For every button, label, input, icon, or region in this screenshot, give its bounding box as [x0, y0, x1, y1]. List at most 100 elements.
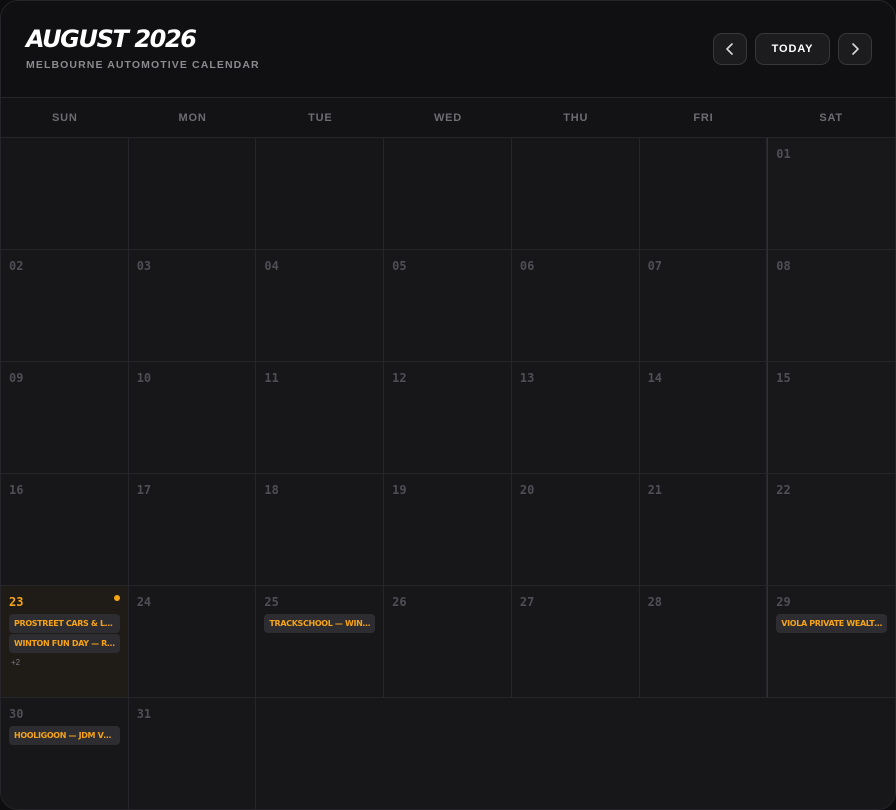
day-number: 25	[264, 595, 279, 609]
day-cell[interactable]: 31	[128, 698, 257, 809]
day-cell[interactable]: 17	[128, 474, 257, 586]
day-cell[interactable]: 11	[256, 362, 385, 474]
previous-month-button[interactable]	[713, 33, 747, 65]
day-number: 01	[776, 147, 791, 161]
day-cell[interactable]: 22	[767, 474, 895, 586]
today-indicator-dot	[113, 595, 120, 601]
blank-grid-area	[639, 698, 768, 809]
empty-day-cell	[384, 138, 512, 250]
day-cell[interactable]: 06	[511, 250, 640, 362]
day-number: 07	[647, 259, 663, 273]
day-number: 05	[392, 259, 407, 273]
event-list: TRACKSCHOOL — WIN…	[264, 614, 376, 634]
empty-day-cell	[639, 138, 768, 250]
next-month-button[interactable]	[838, 33, 872, 65]
calendar: AUGUST 2026 MELBOURNE AUTOMOTIVE CALENDA…	[0, 0, 896, 810]
blank-grid-area	[767, 698, 895, 809]
event-chip[interactable]: PROSTREET CARS & LA…	[9, 614, 120, 633]
day-number: 22	[776, 483, 791, 497]
day-cell[interactable]: 08	[767, 250, 895, 362]
blank-grid-area	[511, 698, 640, 809]
day-cell[interactable]: 30 HOOLIGOON — JDM VS…	[1, 698, 129, 809]
day-number: 16	[9, 483, 24, 497]
event-chip[interactable]: VIOLA PRIVATE WEALT…	[776, 614, 887, 633]
day-number: 08	[776, 259, 791, 273]
day-cell[interactable]: 15	[767, 362, 895, 474]
day-number: 31	[136, 707, 152, 721]
day-cell[interactable]: 18	[256, 474, 385, 586]
weekday-label: MON	[178, 111, 207, 124]
day-cell[interactable]: 01	[767, 138, 895, 250]
day-number: 18	[264, 483, 279, 497]
day-cell[interactable]: 04	[256, 250, 385, 362]
day-number: 27	[519, 595, 535, 609]
empty-day-cell	[128, 138, 257, 250]
page-subtitle: MELBOURNE AUTOMOTIVE CALENDAR	[26, 59, 260, 71]
weekday-header-row: SUN MON TUE WED THU FRI SAT	[1, 98, 895, 138]
day-cell[interactable]: 29 VIOLA PRIVATE WEALT…	[767, 586, 895, 698]
event-list: HOOLIGOON — JDM VS…	[9, 726, 120, 746]
blank-grid-area	[256, 698, 385, 809]
day-number: 28	[647, 595, 663, 609]
month-grid: 01 02 03 04 05 06 07 08 09 10 11 12 13 14 15 16 17 18 19 20…	[1, 138, 895, 809]
day-cell-today[interactable]: 23 PROSTREET CARS & LA… WINTON FUN DAY — R…	[1, 586, 129, 698]
day-number: 02	[9, 259, 24, 273]
empty-day-cell	[511, 138, 640, 250]
day-cell[interactable]: 09	[1, 362, 129, 474]
day-number: 26	[392, 595, 407, 609]
day-number: 23	[9, 595, 24, 609]
weekday-label: SUN	[52, 111, 78, 124]
day-cell[interactable]: 25 TRACKSCHOOL — WIN…	[256, 586, 385, 698]
day-number: 20	[519, 483, 535, 497]
empty-day-cell	[256, 138, 385, 250]
day-cell[interactable]: 12	[384, 362, 512, 474]
day-cell[interactable]: 03	[128, 250, 257, 362]
more-events-link[interactable]: +2	[9, 658, 120, 667]
empty-day-cell	[1, 138, 129, 250]
weekday-label: SAT	[819, 111, 843, 124]
day-cell[interactable]: 27	[511, 586, 640, 698]
day-cell[interactable]: 02	[1, 250, 129, 362]
day-number: 19	[392, 483, 407, 497]
event-list: VIOLA PRIVATE WEALT…	[776, 614, 887, 634]
day-cell[interactable]: 14	[639, 362, 768, 474]
day-number: 15	[776, 371, 791, 385]
day-cell[interactable]: 16	[1, 474, 129, 586]
event-chip[interactable]: HOOLIGOON — JDM VS…	[9, 726, 120, 745]
event-chip[interactable]: WINTON FUN DAY — R…	[9, 634, 120, 653]
day-number: 04	[264, 259, 279, 273]
day-cell[interactable]: 26	[384, 586, 512, 698]
day-cell[interactable]: 21	[639, 474, 768, 586]
day-number: 30	[9, 707, 24, 721]
day-number: 17	[136, 483, 152, 497]
day-number: 29	[776, 595, 791, 609]
blank-grid-area	[384, 698, 512, 809]
chevron-left-icon	[726, 43, 733, 55]
chevron-right-icon	[852, 43, 859, 55]
day-number: 06	[519, 259, 535, 273]
day-cell[interactable]: 24	[128, 586, 257, 698]
weekday-label: WED	[433, 111, 463, 124]
day-number: 10	[136, 371, 152, 385]
event-chip[interactable]: TRACKSCHOOL — WIN…	[264, 614, 376, 633]
page-title: AUGUST 2026	[26, 25, 197, 53]
day-cell[interactable]: 19	[384, 474, 512, 586]
today-button[interactable]: TODAY	[755, 33, 830, 65]
day-cell[interactable]: 28	[639, 586, 768, 698]
day-cell[interactable]: 07	[639, 250, 768, 362]
day-cell[interactable]: 20	[511, 474, 640, 586]
day-number: 03	[136, 259, 152, 273]
day-number: 11	[264, 371, 279, 385]
day-cell[interactable]: 05	[384, 250, 512, 362]
calendar-header: AUGUST 2026 MELBOURNE AUTOMOTIVE CALENDA…	[1, 1, 895, 98]
day-number: 09	[9, 371, 24, 385]
day-number: 12	[392, 371, 407, 385]
day-number: 21	[647, 483, 663, 497]
day-number: 13	[519, 371, 535, 385]
day-number: 24	[136, 595, 152, 609]
day-cell[interactable]: 10	[128, 362, 257, 474]
weekday-label: FRI	[693, 111, 714, 124]
event-list: PROSTREET CARS & LA… WINTON FUN DAY — R… +…	[9, 614, 120, 667]
day-cell[interactable]: 13	[511, 362, 640, 474]
weekday-label: TUE	[308, 111, 333, 124]
